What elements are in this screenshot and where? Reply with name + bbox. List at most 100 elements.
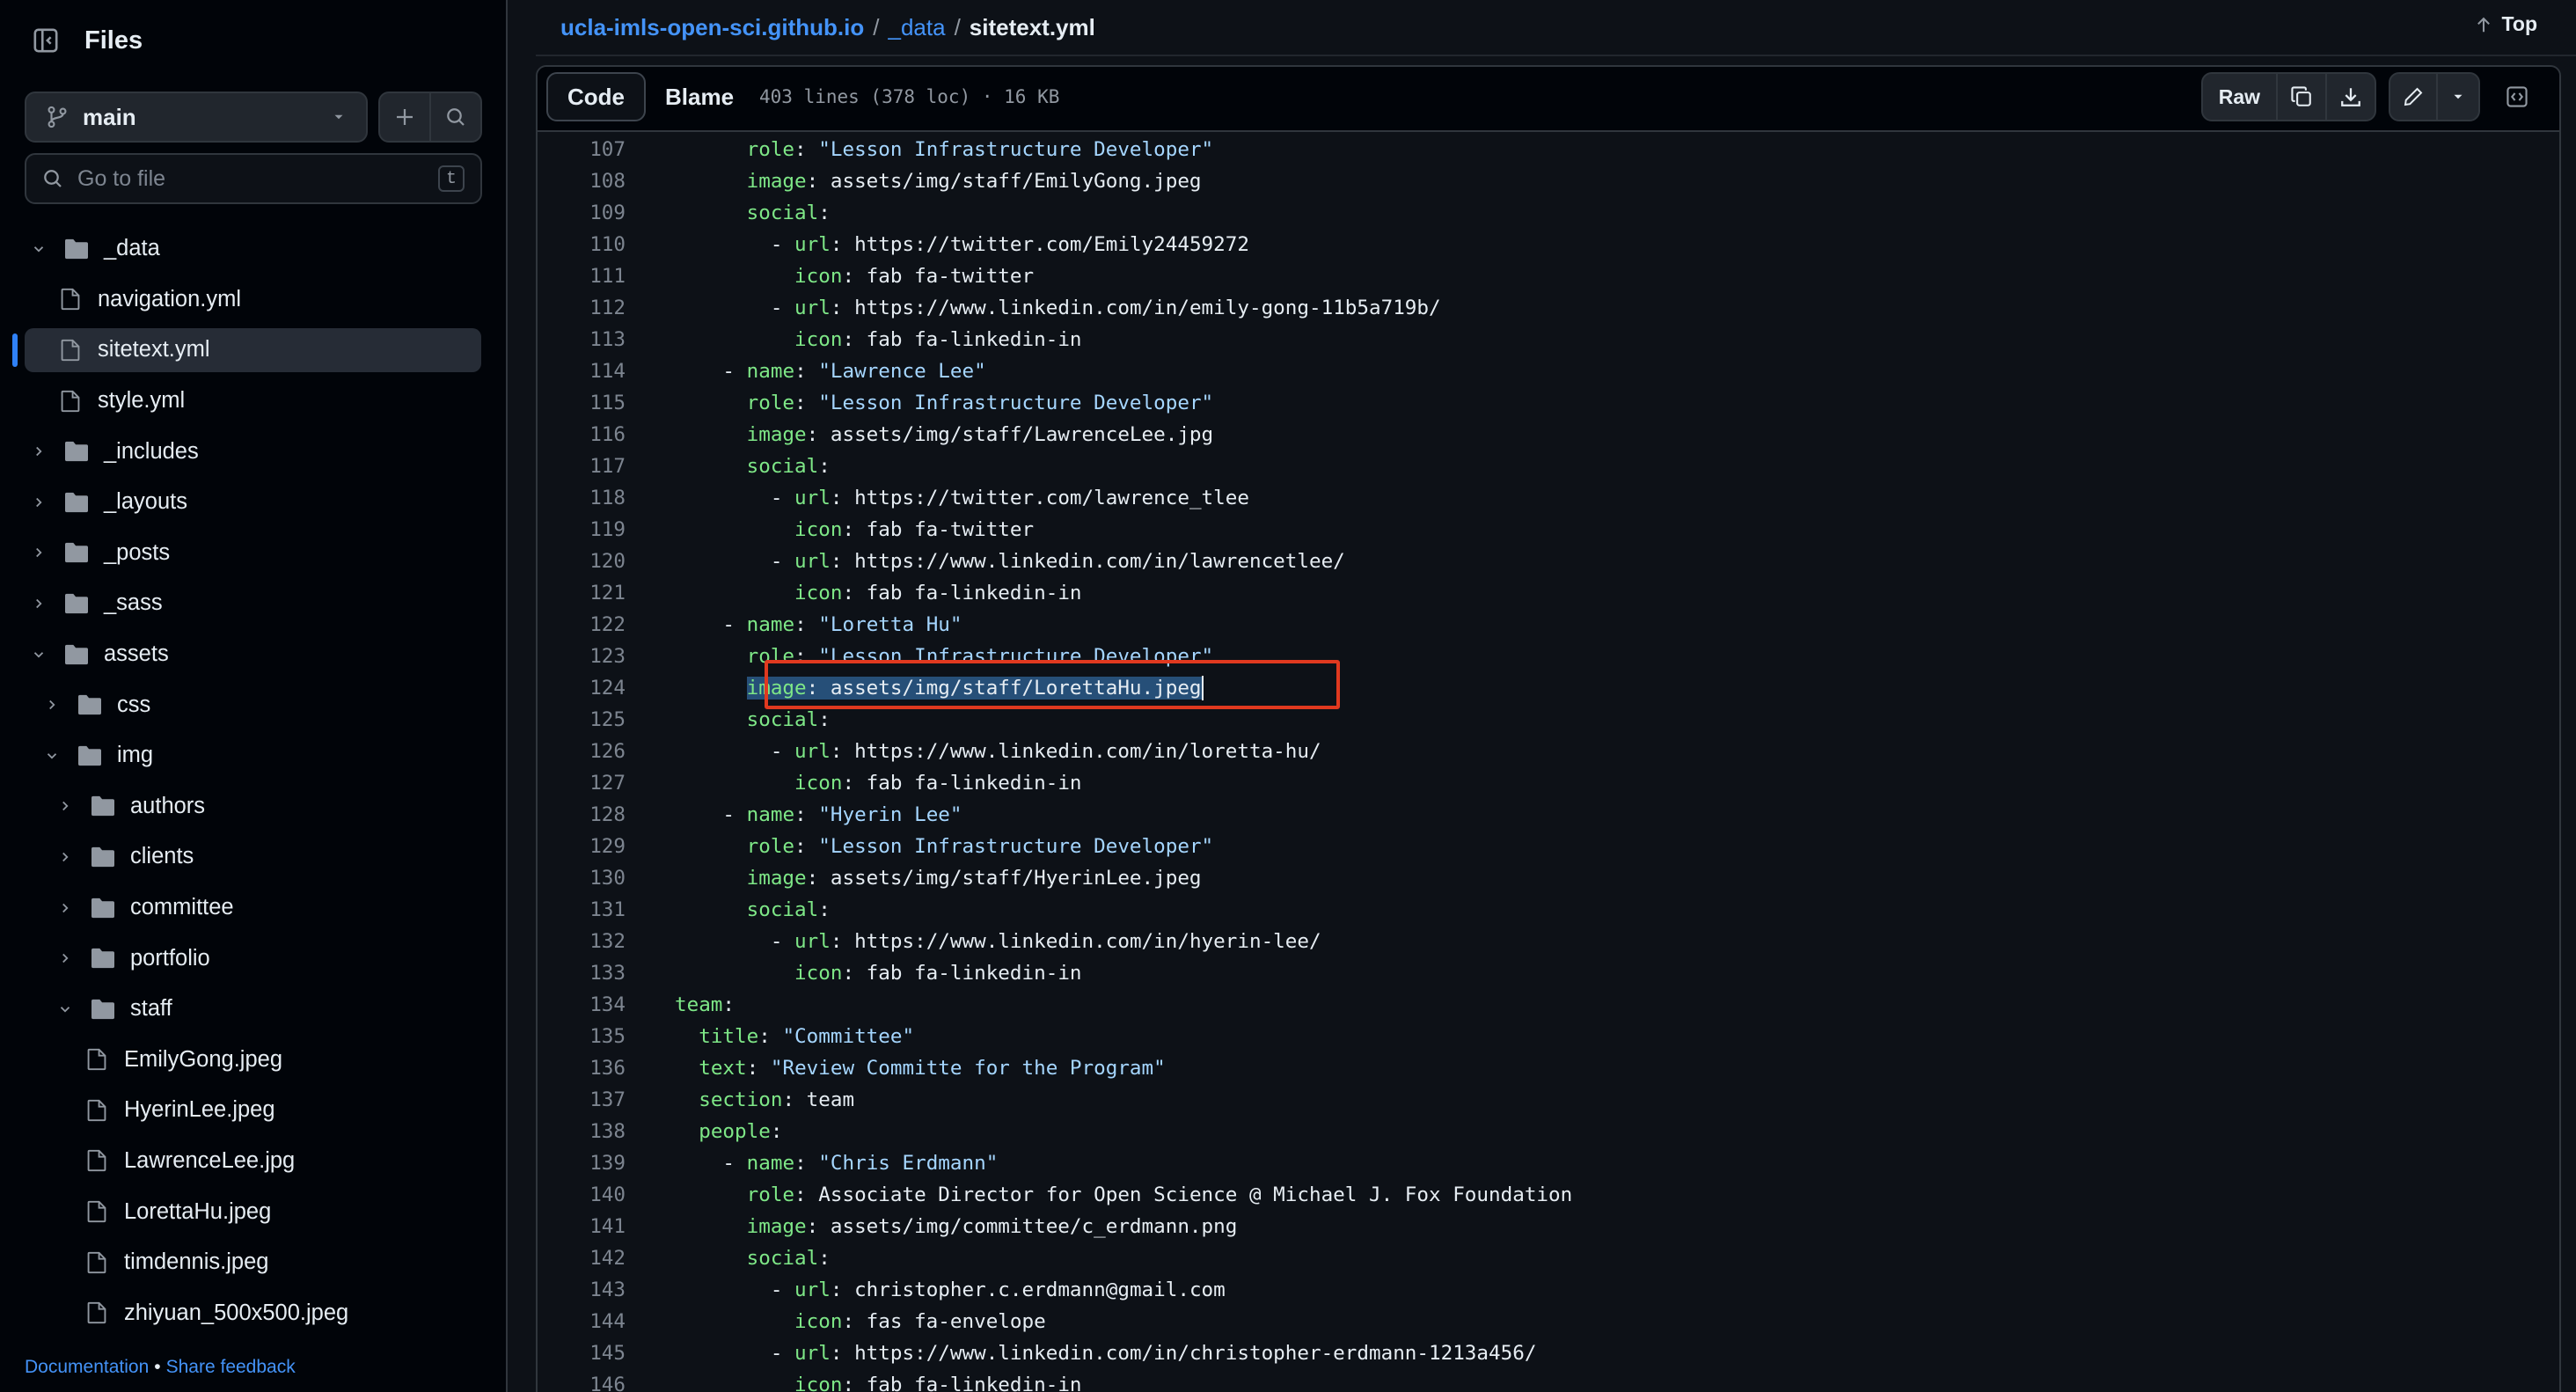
branch-selector[interactable]: main: [25, 92, 368, 143]
tree-folder[interactable]: img: [0, 730, 508, 781]
symbols-panel-button[interactable]: [2492, 72, 2542, 121]
line-number[interactable]: 127: [538, 772, 626, 795]
documentation-link[interactable]: Documentation: [25, 1357, 149, 1377]
tree-file[interactable]: LawrenceLee.jpg: [0, 1136, 508, 1187]
line-number[interactable]: 136: [538, 1057, 626, 1080]
line-number[interactable]: 122: [538, 613, 626, 636]
tree-folder[interactable]: staff: [0, 984, 508, 1035]
line-number[interactable]: 123: [538, 645, 626, 668]
line-number[interactable]: 125: [538, 708, 626, 731]
chevron-right-icon[interactable]: [55, 948, 76, 969]
line-number[interactable]: 108: [538, 170, 626, 193]
tree-file[interactable]: style.yml: [0, 376, 508, 427]
search-code-button[interactable]: [431, 93, 480, 141]
line-number[interactable]: 111: [538, 265, 626, 288]
edit-file-button[interactable]: [2390, 74, 2436, 120]
tree-file[interactable]: navigation.yml: [0, 275, 508, 326]
line-number[interactable]: 113: [538, 328, 626, 351]
line-number[interactable]: 142: [538, 1247, 626, 1270]
line-number[interactable]: 120: [538, 550, 626, 573]
tree-folder[interactable]: _sass: [0, 578, 508, 629]
tree-file[interactable]: HyerinLee.jpeg: [0, 1085, 508, 1136]
line-number[interactable]: 139: [538, 1152, 626, 1175]
line-number[interactable]: 145: [538, 1342, 626, 1365]
chevron-right-icon[interactable]: [41, 694, 62, 715]
line-number[interactable]: 128: [538, 803, 626, 826]
chevron-down-icon[interactable]: [28, 238, 49, 260]
code-lines[interactable]: 107 role: "Lesson Infrastructure Develop…: [538, 134, 2559, 1392]
breadcrumb-folder-link[interactable]: _data: [888, 14, 945, 41]
collapse-sidebar-button[interactable]: [26, 21, 65, 60]
yaml-value: "Lesson Infrastructure Developer": [818, 835, 1214, 858]
yaml-key: role: [746, 138, 795, 161]
line-number[interactable]: 109: [538, 201, 626, 224]
tree-folder[interactable]: _posts: [0, 528, 508, 579]
line-number[interactable]: 132: [538, 930, 626, 953]
line-number[interactable]: 112: [538, 297, 626, 319]
line-number[interactable]: 126: [538, 740, 626, 763]
line-number[interactable]: 107: [538, 138, 626, 161]
line-number[interactable]: 110: [538, 233, 626, 256]
line-number[interactable]: 115: [538, 392, 626, 414]
tree-file[interactable]: sitetext.yml: [0, 325, 508, 376]
add-file-button[interactable]: [380, 93, 431, 141]
tab-code[interactable]: Code: [546, 72, 646, 121]
download-button[interactable]: [2325, 74, 2375, 120]
tree-folder[interactable]: clients: [0, 832, 508, 883]
chevron-down-icon[interactable]: [28, 644, 49, 665]
tab-blame[interactable]: Blame: [646, 72, 753, 121]
line-number[interactable]: 116: [538, 423, 626, 446]
copy-raw-button[interactable]: [2276, 74, 2325, 120]
tree-file[interactable]: timdennis.jpeg: [0, 1237, 508, 1288]
line-number[interactable]: 114: [538, 360, 626, 383]
line-number[interactable]: 137: [538, 1088, 626, 1111]
chevron-right-icon[interactable]: [55, 897, 76, 919]
breadcrumb-repo-link[interactable]: ucla-imls-open-sci.github.io: [560, 14, 864, 41]
tree-file[interactable]: LorettaHu.jpeg: [0, 1186, 508, 1237]
line-number[interactable]: 129: [538, 835, 626, 858]
chevron-right-icon[interactable]: [28, 593, 49, 614]
back-to-top-link[interactable]: Top: [2474, 12, 2537, 36]
tree-folder[interactable]: portfolio: [0, 933, 508, 984]
line-number[interactable]: 119: [538, 518, 626, 541]
tree-folder[interactable]: _data: [0, 223, 508, 275]
chevron-down-icon[interactable]: [41, 745, 62, 766]
go-to-file-input[interactable]: [77, 165, 438, 192]
tree-folder[interactable]: committee: [0, 883, 508, 934]
chevron-right-icon[interactable]: [28, 441, 49, 462]
line-number[interactable]: 124: [538, 677, 626, 700]
chevron-right-icon[interactable]: [55, 846, 76, 868]
tree-file[interactable]: zhiyuan_500x500.jpeg: [0, 1287, 508, 1338]
go-to-file-search[interactable]: t: [25, 153, 482, 204]
line-number[interactable]: 146: [538, 1374, 626, 1392]
line-number[interactable]: 140: [538, 1183, 626, 1206]
line-number[interactable]: 133: [538, 962, 626, 985]
tree-folder[interactable]: _includes: [0, 426, 508, 477]
line-number[interactable]: 138: [538, 1120, 626, 1143]
tree-folder[interactable]: assets: [0, 629, 508, 680]
chevron-right-icon[interactable]: [28, 542, 49, 563]
line-number[interactable]: 135: [538, 1025, 626, 1048]
tree-folder[interactable]: css: [0, 679, 508, 730]
tree-folder[interactable]: _layouts: [0, 477, 508, 528]
tree-file[interactable]: EmilyGong.jpeg: [0, 1035, 508, 1086]
line-number[interactable]: 134: [538, 993, 626, 1016]
line-number[interactable]: 131: [538, 898, 626, 921]
line-number[interactable]: 118: [538, 487, 626, 509]
line-number[interactable]: 117: [538, 455, 626, 478]
share-feedback-link[interactable]: Share feedback: [166, 1357, 296, 1377]
line-number[interactable]: 143: [538, 1278, 626, 1301]
git-branch-icon: [48, 106, 67, 128]
tree-folder[interactable]: authors: [0, 781, 508, 832]
line-number[interactable]: 121: [538, 582, 626, 604]
edit-options-button[interactable]: [2436, 74, 2478, 120]
line-number[interactable]: 144: [538, 1310, 626, 1333]
yaml-value: assets/img/staff/LawrenceLee.jpg: [830, 423, 1214, 446]
line-number[interactable]: 141: [538, 1215, 626, 1238]
raw-button[interactable]: Raw: [2203, 74, 2276, 120]
yaml-value: "Lesson Infrastructure Developer": [818, 138, 1214, 161]
chevron-right-icon[interactable]: [55, 795, 76, 817]
chevron-down-icon[interactable]: [55, 999, 76, 1020]
line-number[interactable]: 130: [538, 867, 626, 890]
chevron-right-icon[interactable]: [28, 492, 49, 513]
